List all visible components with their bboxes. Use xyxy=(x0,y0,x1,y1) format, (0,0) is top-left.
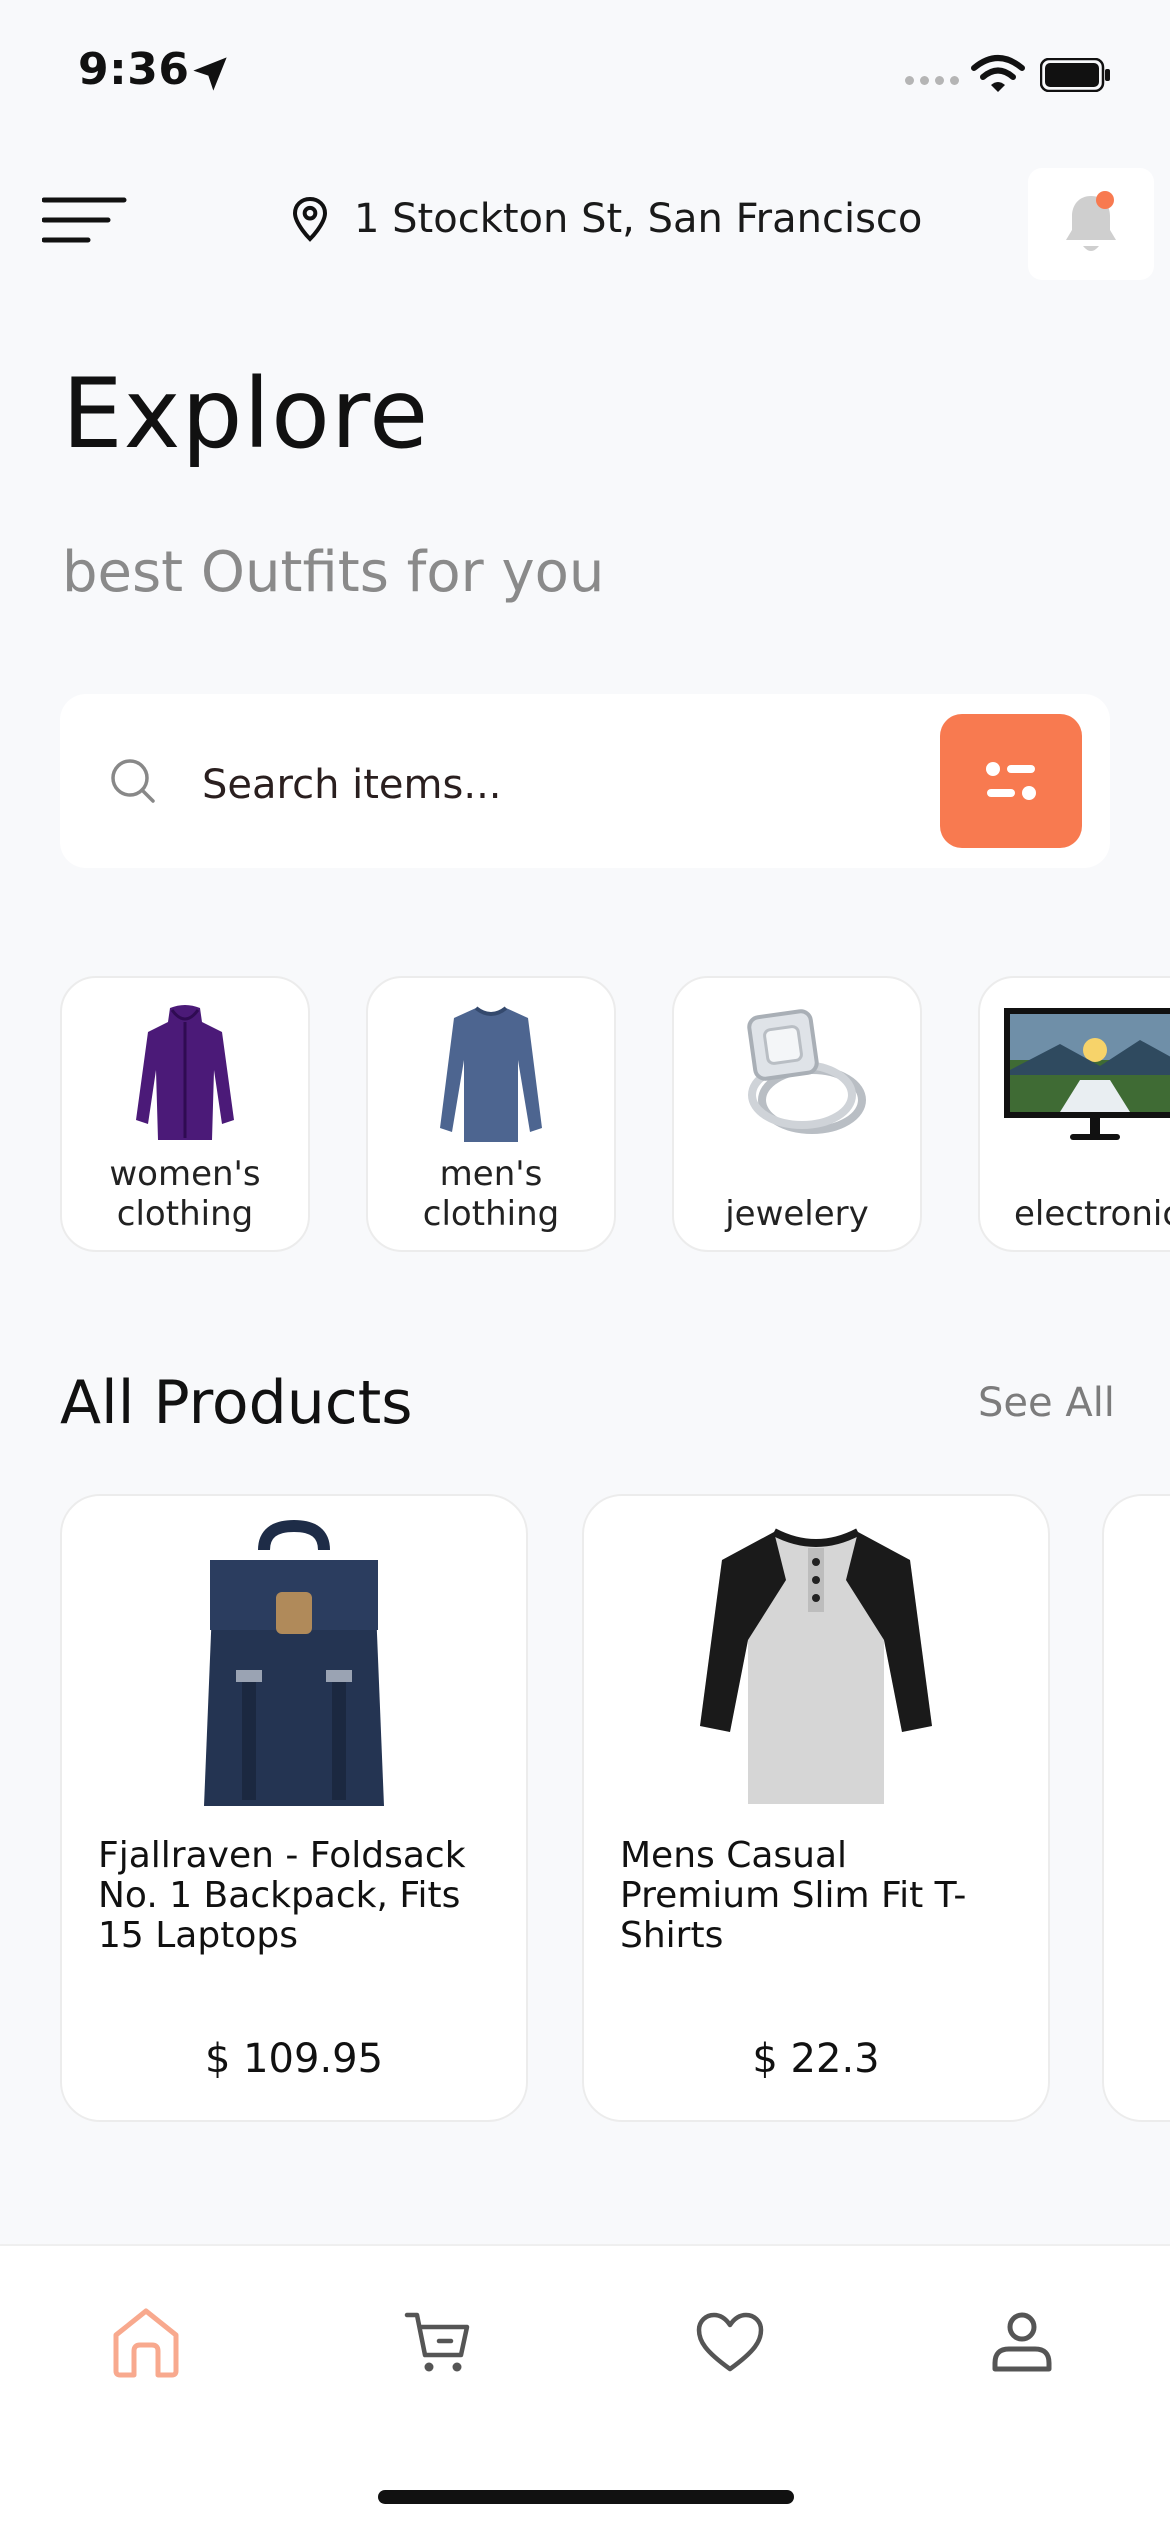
category-mens-clothing[interactable]: men's clothing xyxy=(366,976,616,1252)
filter-button[interactable] xyxy=(940,714,1082,848)
tshirt-image xyxy=(700,1528,932,1804)
cart-icon xyxy=(404,2312,470,2372)
location-pin-icon xyxy=(292,196,328,242)
page-title: Explore xyxy=(62,358,430,470)
section-title: All Products xyxy=(60,1368,413,1438)
wifi-icon xyxy=(971,55,1025,92)
nav-profile[interactable] xyxy=(972,2292,1072,2392)
product-name: Mens Casual Premium Slim Fit T-Shirts xyxy=(620,1835,967,1956)
bell-icon xyxy=(1066,191,1116,251)
category-label: women's clothing xyxy=(109,1154,261,1234)
backpack-image xyxy=(204,1520,384,1806)
monitor-image xyxy=(1004,1008,1170,1140)
category-womens-clothing[interactable]: women's clothing xyxy=(60,976,310,1252)
see-all-link[interactable]: See All xyxy=(978,1380,1115,1426)
product-card[interactable]: Fjallraven - Foldsack No. 1 Backpack, Fi… xyxy=(60,1494,528,2122)
status-time: 9:36 xyxy=(78,44,190,95)
product-price: $ 109.95 xyxy=(204,2036,384,2082)
home-icon xyxy=(113,2308,179,2378)
location-text: 1 Stockton St, San Francisco xyxy=(354,196,923,242)
category-jewelery[interactable]: jewelery xyxy=(672,976,922,1252)
battery-icon xyxy=(1040,58,1110,92)
profile-icon xyxy=(992,2312,1052,2372)
search-input[interactable] xyxy=(200,752,904,818)
product-price: $ 22.3 xyxy=(752,2036,880,2082)
menu-icon[interactable] xyxy=(42,196,128,252)
product-name: Fjallraven - Foldsack No. 1 Backpack, Fi… xyxy=(98,1835,466,1956)
page-subtitle: best Outfits for you xyxy=(62,540,605,605)
ring-image xyxy=(722,1000,872,1150)
home-indicator[interactable] xyxy=(378,2490,794,2504)
filter-icon xyxy=(986,762,1036,800)
nav-home[interactable] xyxy=(96,2292,196,2392)
heart-icon xyxy=(696,2312,764,2372)
womens-jacket-image xyxy=(136,1005,234,1140)
cellular-signal-icon xyxy=(905,76,959,85)
location-services-icon xyxy=(193,57,227,91)
category-label: men's clothing xyxy=(422,1154,560,1234)
notifications-button[interactable] xyxy=(1028,168,1154,280)
location-selector[interactable]: 1 Stockton St, San Francisco xyxy=(290,195,922,243)
product-card[interactable]: Mens Casual Premium Slim Fit T-Shirts $ … xyxy=(582,1494,1050,2122)
product-card-partial[interactable] xyxy=(1102,1494,1170,2122)
nav-cart[interactable] xyxy=(388,2292,488,2392)
category-electronics[interactable]: electronics xyxy=(978,976,1170,1252)
category-label: electronics xyxy=(1014,1194,1170,1234)
nav-favorites[interactable] xyxy=(680,2292,780,2392)
category-label: jewelery xyxy=(725,1194,869,1234)
mens-sweater-image xyxy=(440,1006,542,1142)
search-icon xyxy=(111,759,155,803)
